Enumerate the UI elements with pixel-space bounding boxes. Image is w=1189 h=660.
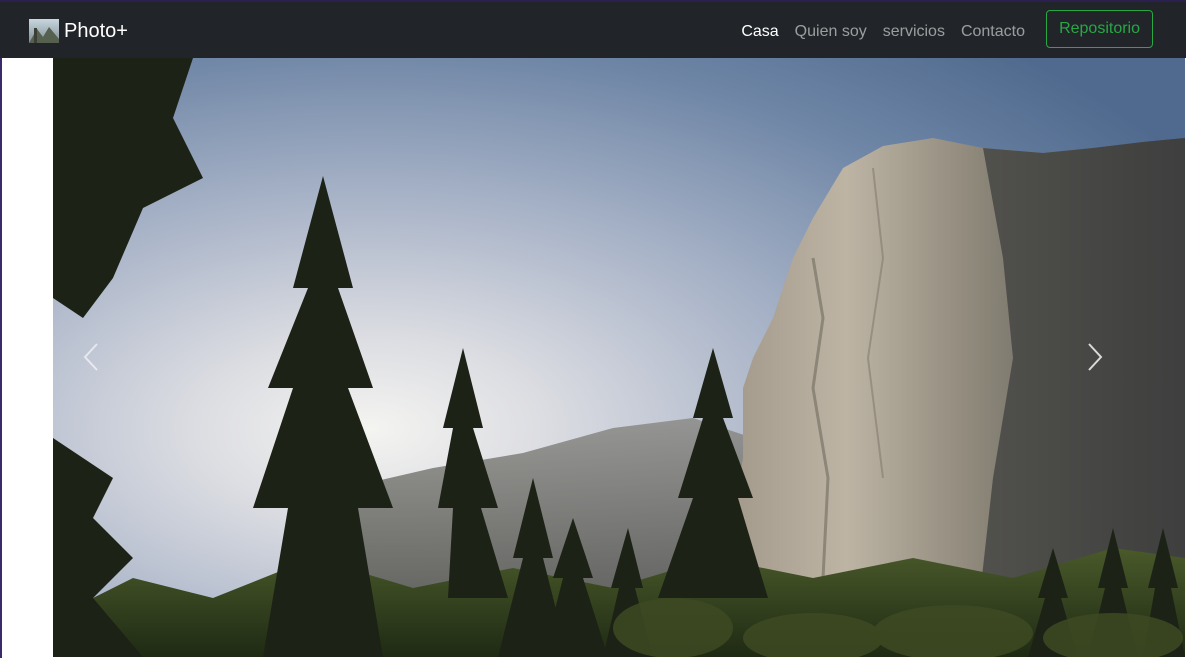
brand-link[interactable]: Photo+ [29, 18, 128, 44]
page: Photo+ Casa Quien soy servicios Contacto… [0, 0, 1189, 660]
carousel-prev-button[interactable] [61, 327, 121, 387]
brand-name: Photo+ [64, 20, 128, 42]
nav-link-quien-soy[interactable]: Quien soy [795, 20, 867, 44]
nav-link-servicios[interactable]: servicios [883, 20, 945, 44]
navbar: Photo+ Casa Quien soy servicios Contacto… [0, 0, 1186, 58]
carousel-next-button[interactable] [1065, 327, 1125, 387]
chevron-left-icon [83, 343, 98, 371]
nav-link-contacto[interactable]: Contacto [961, 20, 1025, 44]
repositorio-button[interactable]: Repositorio [1046, 10, 1153, 48]
brand-logo-icon [29, 19, 59, 43]
carousel-slide-image [53, 58, 1185, 657]
chevron-right-icon [1088, 343, 1103, 371]
image-carousel [53, 58, 1185, 657]
nav-links: Casa Quien soy servicios Contacto [725, 20, 1025, 44]
nav-link-casa[interactable]: Casa [741, 20, 778, 44]
page-edge-strip [0, 58, 2, 658]
